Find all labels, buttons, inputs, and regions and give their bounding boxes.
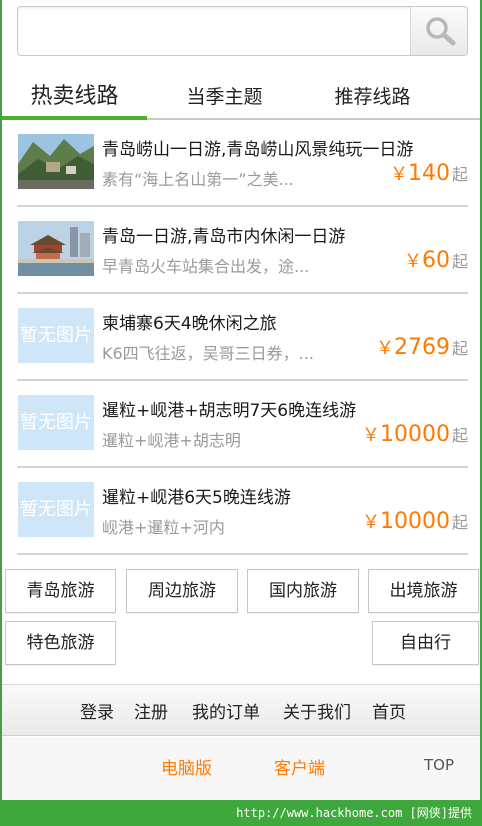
tab-bar: 热卖线路 当季主题 推荐线路	[2, 76, 480, 120]
category-button-domestic[interactable]: 国内旅游	[247, 569, 359, 613]
route-item[interactable]: 暂无图片 暹粒+岘港+胡志明7天6晚连线游 暹粒+岘港+胡志明 ￥10000 起	[2, 381, 480, 468]
price-suffix: 起	[451, 339, 468, 358]
category-button-outbound[interactable]: 出境旅游	[368, 569, 479, 613]
category-button-free-travel[interactable]: 自由行	[372, 621, 479, 665]
route-description: 早青岛火车站集合出发，途...	[102, 257, 310, 276]
route-thumbnail-placeholder: 暂无图片	[18, 482, 94, 537]
footer-link-home[interactable]: 首页	[372, 698, 406, 723]
search-icon	[426, 17, 456, 46]
footer-link-my-orders[interactable]: 我的订单	[192, 698, 260, 723]
category-button-special[interactable]: 特色旅游	[5, 621, 116, 665]
price-suffix: 起	[451, 165, 468, 184]
route-item[interactable]: 暂无图片 柬埔寨6天4晚休闲之旅 K6四飞往返，吴哥三日券，... ￥2769 起	[2, 294, 480, 381]
search-box	[17, 6, 468, 56]
route-thumbnail-mountain	[18, 134, 94, 189]
back-to-top-link[interactable]: TOP	[424, 756, 454, 774]
route-description: 岘港+暹粒+河内	[102, 518, 225, 537]
route-price: ￥2769 起	[376, 334, 468, 360]
route-thumbnail-pavilion	[18, 221, 94, 276]
price-currency: ￥	[403, 251, 422, 272]
price-suffix: 起	[451, 252, 468, 271]
route-item[interactable]: 暂无图片 暹粒+岘港6天5晚连线游 岘港+暹粒+河内 ￥10000 起	[2, 468, 480, 555]
client-app-link[interactable]: 客户端	[274, 754, 325, 779]
price-suffix: 起	[451, 426, 468, 445]
price-currency: ￥	[361, 512, 380, 533]
price-amount: 2769	[393, 335, 450, 360]
route-title: 暹粒+岘港6天5晚连线游	[102, 488, 291, 508]
watermark-text: http://www.hackhome.com [网侠]提供	[236, 806, 472, 820]
route-description: 素有“海上名山第一”之美...	[102, 170, 294, 189]
route-price: ￥60 起	[404, 247, 468, 273]
price-currency: ￥	[361, 425, 380, 446]
search-button[interactable]	[410, 7, 467, 55]
pc-version-link[interactable]: 电脑版	[161, 754, 212, 779]
footer-nav: 登录 注册 我的订单 关于我们 首页	[2, 684, 480, 736]
route-thumbnail-placeholder: 暂无图片	[18, 395, 94, 450]
footer-link-login[interactable]: 登录	[80, 698, 114, 723]
route-price: ￥10000 起	[362, 508, 468, 534]
price-currency: ￥	[389, 164, 408, 185]
route-thumbnail-placeholder: 暂无图片	[18, 308, 94, 363]
route-title: 青岛崂山一日游,青岛崂山风景纯玩一日游	[102, 140, 414, 160]
route-price: ￥10000 起	[362, 421, 468, 447]
price-amount: 60	[421, 248, 450, 273]
tab-recommended-routes[interactable]: 推荐线路	[300, 76, 445, 120]
app-frame: 热卖线路 当季主题 推荐线路 青岛崂山一日游,青岛崂山风景纯玩一日游 素有“海上…	[0, 0, 482, 800]
footer-link-register[interactable]: 注册	[134, 698, 168, 723]
route-price: ￥140 起	[390, 160, 468, 186]
route-title: 暹粒+岘港+胡志明7天6晚连线游	[102, 401, 357, 421]
route-list: 青岛崂山一日游,青岛崂山风景纯玩一日游 素有“海上名山第一”之美... ￥140…	[2, 120, 480, 555]
route-description: K6四飞往返，吴哥三日券，...	[102, 344, 314, 363]
price-amount: 140	[407, 161, 450, 186]
tab-seasonal-themes[interactable]: 当季主题	[152, 76, 297, 120]
price-amount: 10000	[379, 509, 450, 534]
watermark-bar: http://www.hackhome.com [网侠]提供	[0, 800, 482, 826]
route-item[interactable]: 青岛一日游,青岛市内休闲一日游 早青岛火车站集合出发，途... ￥60 起	[2, 207, 480, 294]
tab-hot-routes[interactable]: 热卖线路	[2, 76, 147, 120]
footer-link-about-us[interactable]: 关于我们	[283, 698, 351, 723]
route-title: 柬埔寨6天4晚休闲之旅	[102, 314, 277, 334]
price-amount: 10000	[379, 422, 450, 447]
route-title: 青岛一日游,青岛市内休闲一日游	[102, 227, 346, 247]
price-currency: ￥	[375, 338, 394, 359]
route-description: 暹粒+岘港+胡志明	[102, 431, 241, 450]
category-button-nearby[interactable]: 周边旅游	[126, 569, 238, 613]
search-input[interactable]	[18, 7, 410, 55]
price-suffix: 起	[451, 513, 468, 532]
route-item[interactable]: 青岛崂山一日游,青岛崂山风景纯玩一日游 素有“海上名山第一”之美... ￥140…	[2, 120, 480, 207]
bottom-bar: 电脑版 客户端 TOP	[2, 737, 480, 800]
category-button-qingdao[interactable]: 青岛旅游	[5, 569, 116, 613]
